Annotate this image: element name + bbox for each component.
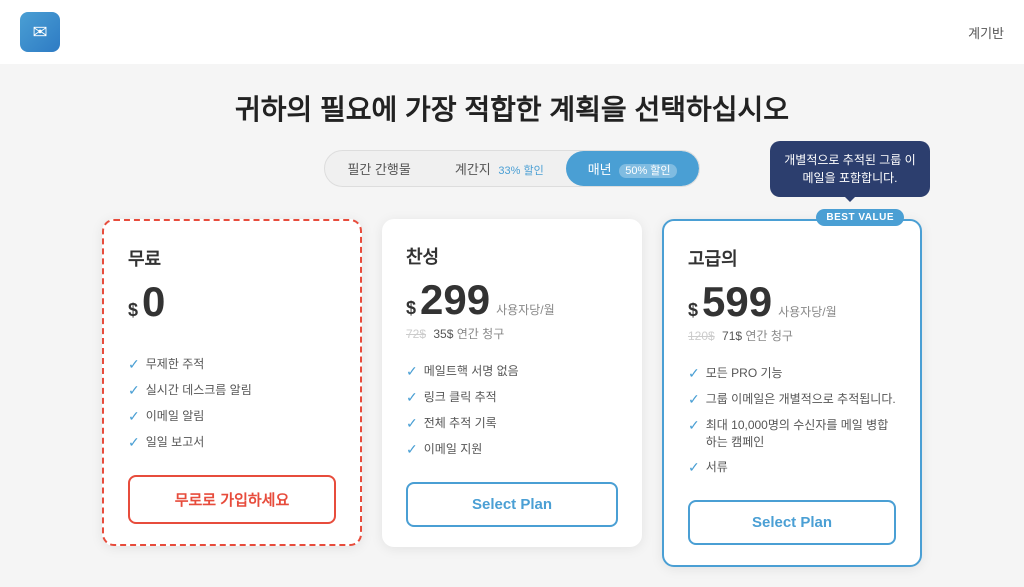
- features-list-free: ✓무제한 주적 ✓실시간 데스크름 알림 ✓이메일 알림 ✓일일 보고서: [128, 351, 336, 455]
- tooltip-bubble: 개별적으로 추적된 그룹 이메일을 포함합니다.: [770, 141, 930, 197]
- feature-premium-3: ✓서류: [688, 454, 896, 480]
- check-icon: ✓: [128, 356, 140, 373]
- amount-free: 0: [142, 281, 165, 323]
- toggle-annual[interactable]: 매년 50% 할인: [566, 151, 699, 186]
- page-title: 귀하의 필요에 가장 적합한 계획을 선택하십시오: [235, 88, 789, 128]
- nav-label[interactable]: 계기반: [968, 23, 1004, 42]
- plan-card-pro: 찬성 $ 299 사용자당/월 72$ 35$ 연간 청구 ✓메일트핵 서명 없…: [382, 219, 642, 547]
- features-list-pro: ✓메일트핵 서명 없음 ✓링크 클릭 추적 ✓전체 추적 기록 ✓이메일 지원: [406, 358, 618, 462]
- check-icon: ✓: [688, 417, 700, 434]
- toggle-quarterly[interactable]: 계간지 33% 할인: [433, 151, 566, 186]
- pro-plan-button[interactable]: Select Plan: [406, 482, 618, 527]
- feature-premium-1: ✓그룹 이메일은 개별적으로 추적됩니다.: [688, 386, 896, 412]
- currency-free: $: [128, 300, 138, 321]
- check-icon: ✓: [406, 389, 418, 406]
- check-icon: ✓: [688, 391, 700, 408]
- check-icon: ✓: [406, 441, 418, 458]
- feature-pro-1: ✓링크 클릭 추적: [406, 384, 618, 410]
- feature-premium-0: ✓모든 PRO 기능: [688, 360, 896, 386]
- feature-pro-2: ✓전체 추적 기록: [406, 410, 618, 436]
- feature-free-3: ✓일일 보고서: [128, 429, 336, 455]
- feature-pro-0: ✓메일트핵 서명 없음: [406, 358, 618, 384]
- plan-name-premium: 고급의: [688, 245, 896, 271]
- best-value-badge: BEST VALUE: [816, 209, 904, 226]
- plan-card-free: 무료 $ 0 ✓무제한 주적 ✓실시간 데스크름 알림 ✓이메일 알림 ✓일일 …: [102, 219, 362, 546]
- features-list-premium: ✓모든 PRO 기능 ✓그룹 이메일은 개별적으로 추적됩니다. ✓최대 10,…: [688, 360, 896, 480]
- main-content: 귀하의 필요에 가장 적합한 계획을 선택하십시오 필간 간행물 계간지 33%…: [0, 64, 1024, 587]
- billing-toggle: 필간 간행물 계간지 33% 할인 매년 50% 할인: [324, 150, 699, 187]
- feature-free-2: ✓이메일 알림: [128, 403, 336, 429]
- feature-pro-3: ✓이메일 지원: [406, 436, 618, 462]
- currency-premium: $: [688, 300, 698, 321]
- top-bar: ✉ 계기반: [0, 0, 1024, 64]
- plan-card-premium: 개별적으로 추적된 그룹 이메일을 포함합니다. BEST VALUE 고급의 …: [662, 219, 922, 567]
- amount-premium: 599: [702, 281, 772, 323]
- amount-pro: 299: [420, 279, 490, 321]
- per-unit-pro: 사용자당/월: [496, 301, 555, 318]
- annual-price-pro: 72$ 35$ 연간 청구: [406, 325, 618, 342]
- premium-plan-button[interactable]: Select Plan: [688, 500, 896, 545]
- logo: ✉: [20, 12, 60, 52]
- plans-container: 무료 $ 0 ✓무제한 주적 ✓실시간 데스크름 알림 ✓이메일 알림 ✓일일 …: [102, 219, 922, 567]
- check-icon: ✓: [128, 434, 140, 451]
- plan-name-pro: 찬성: [406, 243, 618, 269]
- check-icon: ✓: [688, 459, 700, 476]
- plan-price-free: $ 0: [128, 281, 336, 323]
- check-icon: ✓: [688, 365, 700, 382]
- check-icon: ✓: [128, 408, 140, 425]
- free-plan-button[interactable]: 무로로 가입하세요: [128, 475, 336, 524]
- currency-pro: $: [406, 298, 416, 319]
- check-icon: ✓: [128, 382, 140, 399]
- per-unit-premium: 사용자당/월: [778, 303, 837, 320]
- feature-free-1: ✓실시간 데스크름 알림: [128, 377, 336, 403]
- check-icon: ✓: [406, 415, 418, 432]
- feature-premium-2: ✓최대 10,000명의 수신자를 메일 병합하는 캠페인: [688, 412, 896, 454]
- annual-price-premium: 120$ 71$ 연간 청구: [688, 327, 896, 344]
- toggle-monthly[interactable]: 필간 간행물: [325, 151, 432, 186]
- feature-free-0: ✓무제한 주적: [128, 351, 336, 377]
- plan-price-premium: $ 599 사용자당/월: [688, 281, 896, 323]
- logo-icon: ✉: [32, 22, 47, 43]
- check-icon: ✓: [406, 363, 418, 380]
- plan-name-free: 무료: [128, 245, 336, 271]
- plan-price-pro: $ 299 사용자당/월: [406, 279, 618, 321]
